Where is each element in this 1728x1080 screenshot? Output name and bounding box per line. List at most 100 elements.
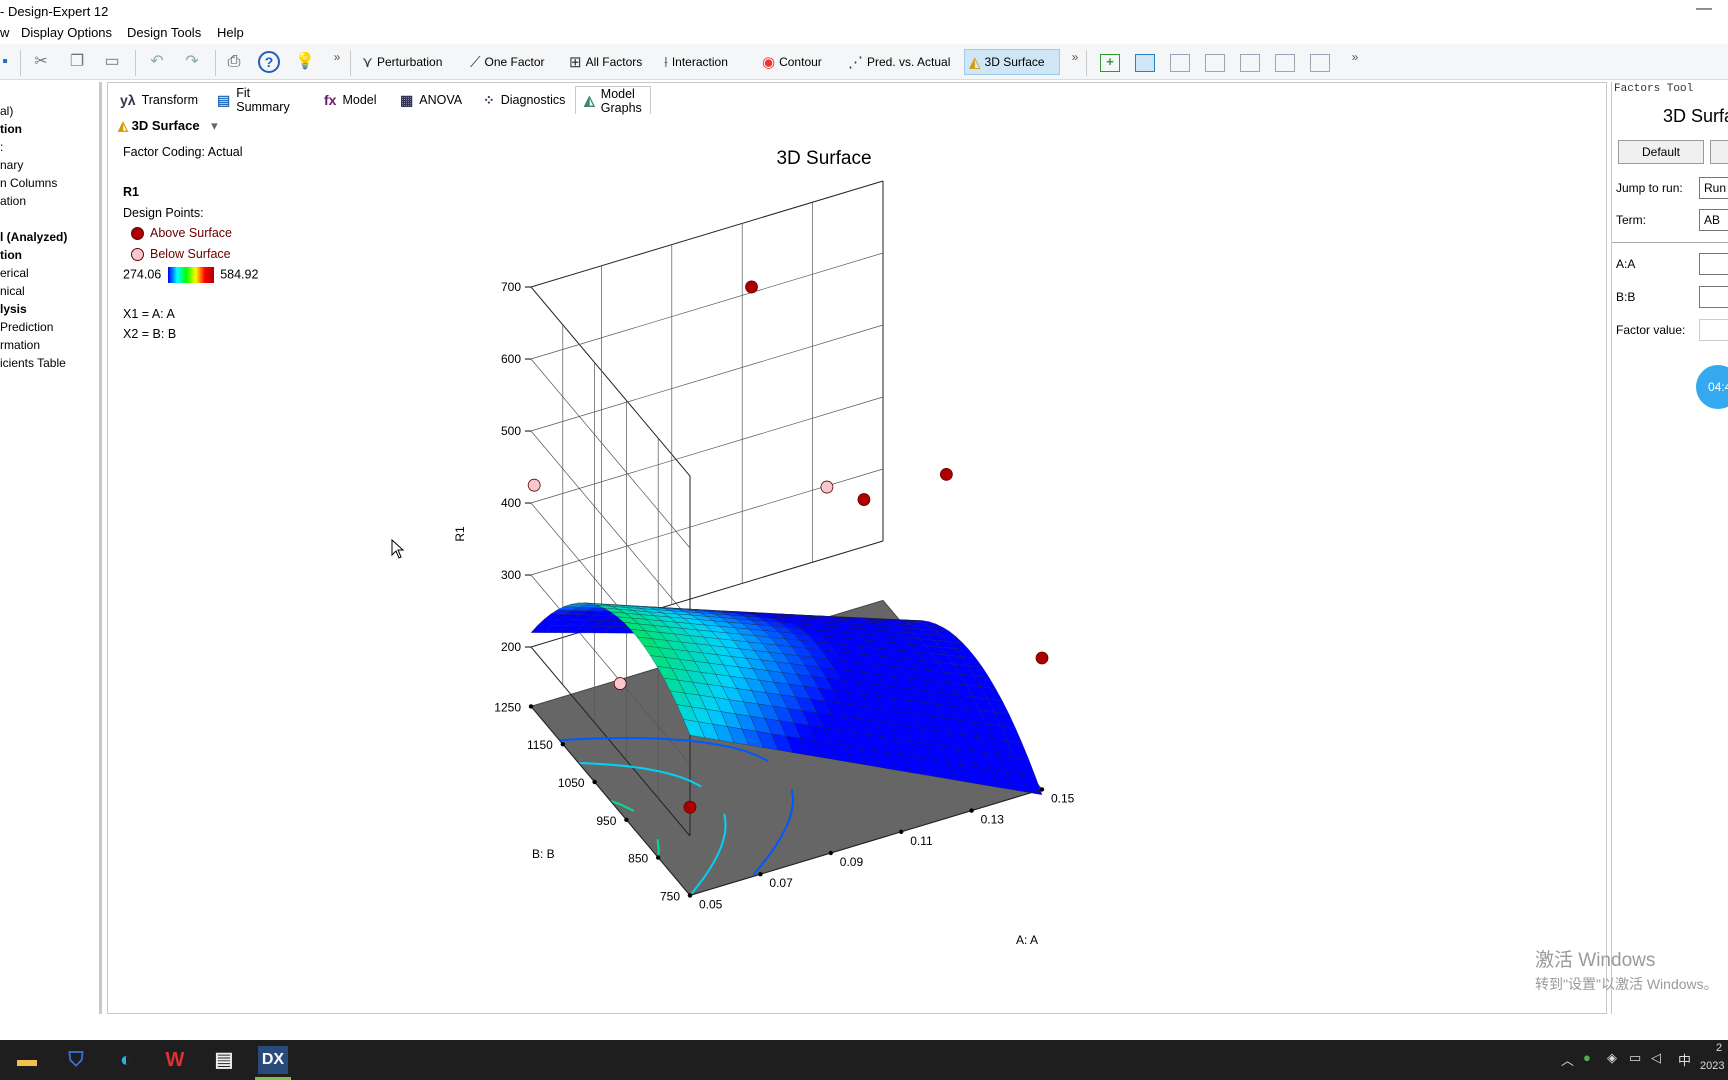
file-explorer-icon[interactable]: ▬ (12, 1046, 42, 1074)
wps-icon[interactable]: W (160, 1046, 190, 1074)
paste-icon[interactable]: ▭ (101, 51, 123, 73)
y-tick-label: 850 (628, 852, 648, 866)
perturbation-icon: ⋎ (362, 54, 373, 71)
tree-item[interactable]: nary (0, 158, 23, 172)
add-pane-icon[interactable]: + (1100, 54, 1120, 72)
menu-design-tools[interactable]: Design Tools (127, 25, 201, 40)
z-tick-label: 400 (501, 496, 521, 510)
two-column-pane-icon[interactable] (1170, 54, 1190, 72)
copy-icon[interactable]: ❐ (66, 51, 88, 73)
x-tick-label: 0.11 (910, 834, 933, 848)
factor-a-slider[interactable] (1699, 253, 1728, 275)
tree-item[interactable]: al) (0, 104, 13, 118)
tab-model-graphs[interactable]: ◭ Model Graphs (575, 86, 651, 115)
secondary-button[interactable] (1710, 140, 1728, 164)
y-tick (592, 779, 597, 785)
tree-item[interactable]: ation (0, 194, 26, 208)
menu-help[interactable]: Help (217, 25, 244, 40)
cut-icon[interactable]: ✂ (30, 51, 52, 73)
grid-line (530, 358, 691, 549)
3d-surface-button[interactable]: ◭ 3D Surface (964, 49, 1060, 75)
tab-model[interactable]: fx Model (324, 86, 377, 114)
overflow-icon[interactable]: » (326, 46, 348, 68)
redo-icon[interactable]: ↷ (181, 51, 203, 73)
four-pane-icon[interactable] (1310, 54, 1330, 72)
tree-item[interactable]: rmation (0, 338, 40, 352)
one-factor-button[interactable]: ⟋ One Factor (466, 49, 549, 75)
x2-definition: X2 = B: B (123, 327, 177, 341)
network-icon[interactable]: ▭ (1629, 1050, 1641, 1066)
z-tick-label: 500 (501, 424, 521, 438)
tree-item[interactable]: lysis (0, 302, 27, 316)
overflow-icon-3[interactable]: » (1344, 46, 1366, 68)
all-factors-button[interactable]: ⊞ All Factors (565, 49, 646, 75)
transform-icon: yλ (120, 92, 136, 108)
help-icon[interactable]: ? (258, 51, 280, 73)
design-point-above (939, 467, 953, 481)
x-tick-label: 0.09 (840, 855, 864, 869)
tree-item[interactable]: icients Table (0, 356, 66, 370)
menu-display-options[interactable]: Display Options (21, 25, 112, 40)
tab-anova[interactable]: ▦ ANOVA (400, 86, 462, 114)
tab-fit-summary[interactable]: ▤ Fit Summary (217, 86, 290, 114)
jump-to-run-select[interactable]: Run # (1699, 177, 1728, 199)
chart-title: 3D Surface (776, 150, 871, 169)
tip-icon[interactable]: 💡 (294, 51, 316, 73)
save-icon[interactable]: ▪ (0, 51, 16, 73)
security-icon[interactable]: ⛉ (61, 1046, 91, 1074)
menu-view[interactable]: w (0, 25, 9, 40)
three-pane-icon[interactable] (1240, 54, 1260, 72)
edge-icon[interactable]: ◐ (111, 1046, 141, 1074)
interaction-button[interactable]: ⟊ Interaction (660, 49, 732, 75)
y-tick (528, 704, 534, 709)
tree-item[interactable]: n Columns (0, 176, 57, 190)
media-icon[interactable]: ▤ (209, 1046, 239, 1074)
contour-button[interactable]: ◉ Contour (758, 49, 826, 75)
tree-item[interactable]: tion (0, 248, 22, 262)
3d-surface-chart[interactable]: 3D Surface 200 300 400 500 600 700 R1 0.05 0.07 0.… (420, 150, 1220, 950)
clock-date[interactable]: 2023 (1700, 1060, 1724, 1072)
x-tick (969, 808, 974, 813)
contour-icon: ◉ (762, 54, 776, 71)
contour-line (656, 839, 660, 858)
tray-app-icon[interactable]: ◈ (1607, 1050, 1617, 1066)
timer-badge[interactable]: 04:4 (1696, 365, 1728, 409)
clock-time[interactable]: 2 (1716, 1042, 1722, 1054)
pred-vs-actual-button[interactable]: ⋰ Pred. vs. Actual (844, 49, 954, 75)
design-expert-icon[interactable]: DX (258, 1046, 288, 1074)
two-row-pane-icon[interactable] (1205, 54, 1225, 72)
wechat-icon[interactable]: ● (1583, 1050, 1591, 1065)
undo-icon[interactable]: ↶ (146, 51, 168, 73)
three-pane-alt-icon[interactable] (1275, 54, 1295, 72)
dropdown-arrow-icon[interactable]: ▾ (211, 118, 218, 133)
legend-above-surface: Above Surface (131, 226, 232, 241)
factor-value-input[interactable] (1699, 319, 1728, 341)
tree-item[interactable]: Prediction (0, 320, 53, 334)
factor-b-slider[interactable] (1699, 286, 1728, 308)
interaction-icon: ⟊ (664, 53, 668, 71)
ime-indicator[interactable]: 中 (1678, 1050, 1691, 1069)
overflow-icon-2[interactable]: » (1064, 46, 1086, 68)
tray-expand-icon[interactable]: ︿ (1561, 1050, 1574, 1069)
tab-diagnostics[interactable]: ⁘ Diagnostics (483, 86, 565, 114)
volume-icon[interactable]: ◁ (1651, 1050, 1661, 1066)
y-tick-label: 950 (596, 814, 616, 828)
below-surface-dot-icon (131, 248, 144, 262)
tree-item[interactable]: nical (0, 284, 25, 298)
tab-transform[interactable]: yλ Transform (120, 86, 198, 114)
tree-item[interactable]: l (Analyzed) (0, 230, 67, 244)
tree-item[interactable]: tion (0, 122, 22, 136)
perturbation-button[interactable]: ⋎ Perturbation (358, 49, 446, 75)
factor-b-label: B:B (1616, 290, 1636, 304)
print-icon[interactable]: ⎙ (223, 51, 245, 73)
term-select[interactable]: AB (1699, 209, 1728, 231)
anova-icon: ▦ (400, 91, 414, 108)
tree-item[interactable]: : (0, 140, 3, 154)
single-pane-icon[interactable] (1135, 54, 1155, 72)
y-tick-label: 1050 (558, 776, 585, 790)
tree-item[interactable]: erical (0, 266, 29, 280)
minimize-button[interactable]: — (1696, 0, 1712, 18)
menu-bar: w Display Options Design Tools Help (0, 22, 1728, 44)
graph-type-selector[interactable]: ◭ 3D Surface ▾ (118, 118, 218, 134)
default-button[interactable]: Default (1618, 140, 1704, 164)
